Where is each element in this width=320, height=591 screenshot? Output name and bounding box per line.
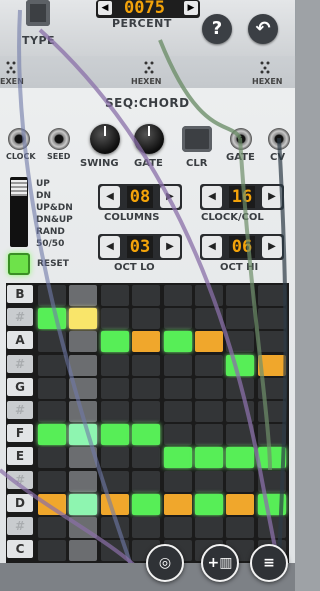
step-cell[interactable] <box>38 470 66 492</box>
step-cell[interactable] <box>69 331 98 353</box>
step-cell[interactable] <box>38 377 66 399</box>
step-cell[interactable] <box>257 308 286 330</box>
step-cell[interactable] <box>163 470 192 492</box>
step-cell[interactable] <box>163 493 192 515</box>
step-cell[interactable] <box>132 470 161 492</box>
step-cell[interactable] <box>100 517 129 538</box>
step-cell[interactable] <box>163 424 192 446</box>
step-cell[interactable] <box>257 377 286 399</box>
step-cell[interactable] <box>100 493 129 515</box>
step-cell[interactable] <box>226 447 255 469</box>
step-cell[interactable] <box>226 424 255 446</box>
step-cell[interactable] <box>100 354 129 376</box>
step-cell[interactable] <box>257 470 286 492</box>
step-cell[interactable] <box>69 308 98 330</box>
step-cell[interactable] <box>69 354 98 376</box>
step-cell[interactable] <box>38 517 66 538</box>
step-cell[interactable] <box>100 424 129 446</box>
step-cell[interactable] <box>69 470 98 492</box>
step-cell[interactable] <box>257 285 286 306</box>
step-cell[interactable] <box>163 331 192 353</box>
step-cell[interactable] <box>226 354 255 376</box>
step-cell[interactable] <box>163 308 192 330</box>
step-cell[interactable] <box>226 517 255 538</box>
step-cell[interactable] <box>100 331 129 353</box>
step-cell[interactable] <box>163 285 192 306</box>
step-cell[interactable] <box>132 493 161 515</box>
step-cell[interactable] <box>38 401 66 422</box>
step-cell[interactable] <box>69 493 98 515</box>
step-cell[interactable] <box>132 285 161 306</box>
step-cell[interactable] <box>257 493 286 515</box>
step-cell[interactable] <box>226 285 255 306</box>
step-cell[interactable] <box>195 517 223 538</box>
step-cell[interactable] <box>132 401 161 422</box>
step-cell[interactable] <box>100 540 129 562</box>
step-cell[interactable] <box>38 493 66 515</box>
step-cell[interactable] <box>257 517 286 538</box>
step-cell[interactable] <box>132 354 161 376</box>
step-cell[interactable] <box>226 331 255 353</box>
step-cell[interactable] <box>38 354 66 376</box>
step-cell[interactable] <box>132 517 161 538</box>
step-cell[interactable] <box>195 424 223 446</box>
step-cell[interactable] <box>195 401 223 422</box>
step-cell[interactable] <box>195 493 223 515</box>
step-cell[interactable] <box>226 470 255 492</box>
step-cell[interactable] <box>69 285 98 306</box>
step-cell[interactable] <box>38 424 66 446</box>
step-cell[interactable] <box>163 401 192 422</box>
step-cell[interactable] <box>132 377 161 399</box>
step-cell[interactable] <box>195 447 223 469</box>
step-cell[interactable] <box>100 377 129 399</box>
step-cell[interactable] <box>69 424 98 446</box>
step-cell[interactable] <box>38 331 66 353</box>
step-cell[interactable] <box>257 424 286 446</box>
step-cell[interactable] <box>38 285 66 306</box>
step-cell[interactable] <box>100 401 129 422</box>
step-cell[interactable] <box>163 354 192 376</box>
step-cell[interactable] <box>100 447 129 469</box>
step-cell[interactable] <box>226 493 255 515</box>
step-cell[interactable] <box>226 401 255 422</box>
step-cell[interactable] <box>257 331 286 353</box>
step-cell[interactable] <box>226 308 255 330</box>
step-cell[interactable] <box>100 285 129 306</box>
step-cell[interactable] <box>226 377 255 399</box>
step-cell[interactable] <box>195 331 223 353</box>
step-cell[interactable] <box>163 377 192 399</box>
step-cell[interactable] <box>195 354 223 376</box>
menu-icon: ≡ <box>263 555 275 571</box>
add-module-icon: +▥ <box>207 555 233 571</box>
module-browser-button[interactable]: ◎ <box>146 544 184 582</box>
step-cell[interactable] <box>69 401 98 422</box>
step-cell[interactable] <box>100 470 129 492</box>
step-cell[interactable] <box>38 540 66 562</box>
step-cell[interactable] <box>195 377 223 399</box>
step-cell[interactable] <box>195 285 223 306</box>
step-cell[interactable] <box>257 401 286 422</box>
step-cell[interactable] <box>257 354 286 376</box>
step-cells <box>0 0 295 591</box>
step-cell[interactable] <box>132 308 161 330</box>
step-cell[interactable] <box>163 517 192 538</box>
step-cell[interactable] <box>69 447 98 469</box>
step-cell[interactable] <box>69 517 98 538</box>
step-cell[interactable] <box>132 331 161 353</box>
step-cell[interactable] <box>132 447 161 469</box>
step-cell[interactable] <box>69 377 98 399</box>
module-browser-icon: ◎ <box>158 555 172 571</box>
step-cell[interactable] <box>132 424 161 446</box>
step-cell[interactable] <box>38 447 66 469</box>
menu-button[interactable]: ≡ <box>250 544 288 582</box>
step-cell[interactable] <box>69 540 98 562</box>
step-cell[interactable] <box>195 470 223 492</box>
add-module-button[interactable]: +▥ <box>201 544 239 582</box>
step-cell[interactable] <box>100 308 129 330</box>
step-cell[interactable] <box>163 447 192 469</box>
step-cell[interactable] <box>257 447 286 469</box>
step-cell[interactable] <box>38 308 66 330</box>
step-cell[interactable] <box>195 308 223 330</box>
